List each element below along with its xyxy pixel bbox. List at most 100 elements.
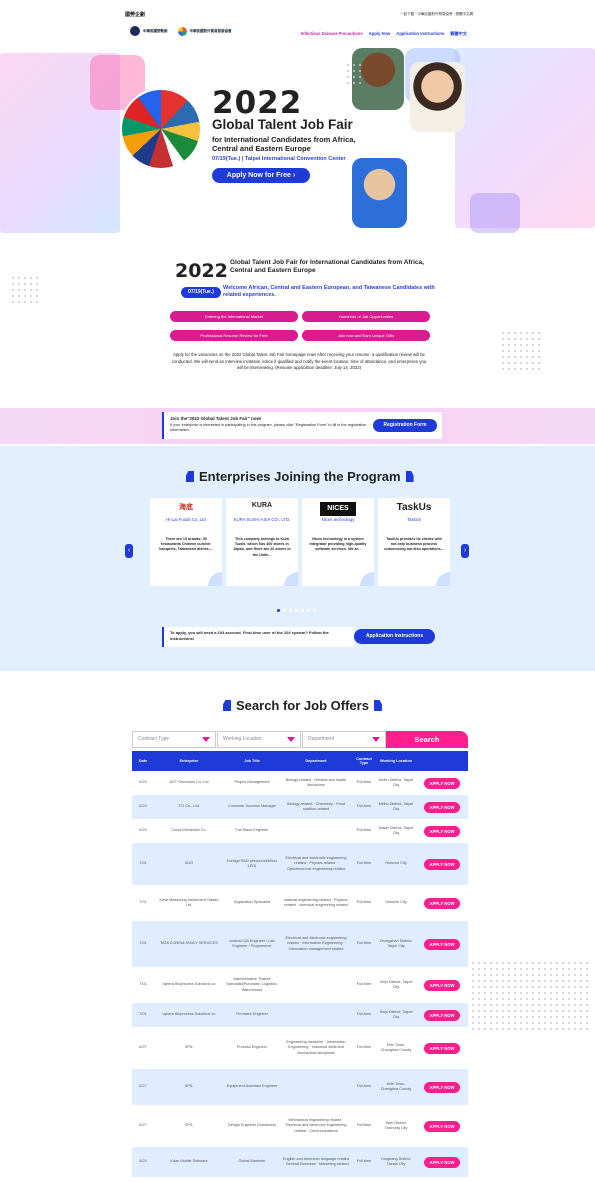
taitra-logo[interactable]: 中華民國對外貿易發展協會 bbox=[177, 26, 232, 36]
cell-department: Engineering discipline · Information Eng… bbox=[286, 1039, 346, 1055]
select-label: Contract Type bbox=[138, 736, 170, 742]
nav-apply[interactable]: Apply Now bbox=[369, 31, 391, 37]
carousel-next-arrow[interactable]: › bbox=[461, 544, 469, 558]
cell-department: Mechanical engineering related · Electri… bbox=[285, 1117, 347, 1133]
department-select[interactable]: Department bbox=[302, 731, 386, 748]
pill-unique-gifts[interactable]: Join now and Earn Unique Gifts bbox=[302, 330, 430, 341]
cell-contract: Full-time bbox=[356, 1123, 372, 1128]
cell-job-title: Application Specialist bbox=[234, 900, 270, 905]
nav-infectious[interactable]: Infectious Disease Precautions bbox=[301, 31, 363, 37]
cell-date: 7/01 bbox=[132, 921, 154, 967]
enterprise-desc: Nices technology is a system integrator … bbox=[309, 537, 367, 552]
search-button[interactable]: Search bbox=[386, 731, 468, 748]
hero-year: 2022 bbox=[212, 85, 303, 121]
table-row: 7/01 TATA CONSULTANCY SERVICES Android QA … bbox=[132, 921, 468, 967]
registration-title: Join the"2022 Global Talent Job Fair" no… bbox=[170, 416, 262, 421]
cell-location: Xinyi District, Taipei City bbox=[376, 1003, 416, 1027]
top-links[interactable]: 一起下載 · 中華民國對外貿易協會 · 簡體中文網 bbox=[400, 12, 473, 17]
mol-logo[interactable]: 中華民國勞動部 bbox=[130, 26, 168, 36]
cell-contract: Full-time bbox=[356, 900, 372, 905]
enterprise-logo: NICES bbox=[320, 502, 356, 516]
col-location: Working Location bbox=[376, 751, 416, 771]
table-row: 7/01 cybera Bioprocess Solutions co Admini… bbox=[132, 967, 468, 1003]
cell-enterprise: cybera Bioprocess Solutions co bbox=[154, 1003, 224, 1027]
apply-now-button[interactable]: APPLY NOW bbox=[424, 897, 460, 909]
table-row: 6/27 SPIL Design Engineer (Substrate) Mecha… bbox=[132, 1105, 468, 1147]
enterprise-card[interactable]: TaskUs TaskUs TaskUs provides its client… bbox=[378, 498, 450, 586]
cell-action: APPLY NOW bbox=[416, 1069, 468, 1105]
hero-date: 07/19(Tue.) | Taipei International Conve… bbox=[212, 156, 346, 162]
cell-department: Electrical and electronic engineering re… bbox=[280, 843, 352, 885]
cell-contract: Full-time bbox=[352, 1147, 376, 1177]
apply-now-button[interactable]: APPLY NOW bbox=[424, 1120, 460, 1132]
hero-decor-purple bbox=[470, 193, 520, 233]
apply-now-button[interactable]: APPLY NOW bbox=[424, 938, 460, 950]
intro-title: Global Talent Job Fair for International… bbox=[230, 259, 424, 274]
enterprise-card[interactable]: KURA KURA SUSHI ASIA CO., LTD. This comp… bbox=[226, 498, 298, 586]
col-enterprise: Enterprise bbox=[154, 751, 224, 771]
enterprise-name: KURA SUSHI ASIA CO., LTD. bbox=[233, 517, 291, 522]
select-label: Department bbox=[308, 736, 335, 742]
table-row: 6/24 Kdan Mobile Software Global Marketer E… bbox=[132, 1147, 468, 1177]
working-location-select[interactable]: Working Location bbox=[217, 731, 301, 748]
cell-job-title: Project Management bbox=[234, 780, 270, 785]
pill-resume-review[interactable]: Professional Resume Review for Free bbox=[170, 330, 298, 341]
table-row: 7/01 cybera Bioprocess Solutions co Firmwa… bbox=[132, 1003, 468, 1027]
cell-contract: Full-time bbox=[356, 780, 372, 785]
hero-title: Global Talent Job Fair bbox=[212, 117, 353, 132]
cell-job-title: Foreign R&D personnel(Micro LED) bbox=[224, 843, 280, 885]
apply-now-button[interactable]: APPLY NOW bbox=[424, 979, 460, 991]
pill-international-market[interactable]: Entering the International Market bbox=[170, 311, 298, 322]
enterprise-card[interactable]: 海底 Hi-Lai Foods Co.,Ltd There are 19 bra… bbox=[150, 498, 222, 586]
cell-enterprise: SPIL bbox=[154, 1069, 224, 1105]
cell-location: Datan District, Taipei City bbox=[378, 825, 414, 836]
enterprise-desc: There are 19 brands; 49 restaurants Chin… bbox=[159, 537, 213, 552]
flag-icon bbox=[373, 700, 382, 711]
cell-job-title: Design Engineer (Substrate) bbox=[228, 1123, 276, 1128]
col-department: Department bbox=[280, 751, 352, 771]
dropdown-icon bbox=[287, 737, 295, 742]
apply-now-button[interactable]: APPLY NOW bbox=[424, 858, 460, 870]
cell-location: Zhongshan District, Taipei City bbox=[376, 921, 416, 967]
nav-instructions[interactable]: Application Instructions bbox=[396, 31, 444, 37]
main-nav: Infectious Disease Precautions Apply Now… bbox=[301, 31, 467, 37]
enterprise-name: TaskUs bbox=[406, 517, 422, 522]
jobs-table: Date Enterprise Job Title Department Con… bbox=[132, 751, 468, 1177]
apply-now-button[interactable]: APPLY NOW bbox=[424, 1009, 460, 1021]
dot-decor bbox=[10, 275, 40, 305]
apply-now-button[interactable]: APPLY NOW bbox=[424, 825, 460, 837]
apply-now-button[interactable]: APPLY NOW bbox=[424, 801, 460, 813]
card-corner bbox=[284, 572, 298, 586]
cell-contract: Full-time bbox=[352, 1003, 376, 1027]
cell-action: APPLY NOW bbox=[416, 819, 468, 843]
cell-action: APPLY NOW bbox=[416, 1027, 468, 1069]
apply-now-button[interactable]: APPLY NOW bbox=[424, 777, 460, 789]
cell-action: APPLY NOW bbox=[416, 967, 468, 1003]
pill-job-opportunities[interactable]: Hundreds of Job Opportunities bbox=[302, 311, 430, 322]
cell-department bbox=[280, 1003, 352, 1027]
apply-now-button[interactable]: APPLY NOW bbox=[424, 1042, 460, 1054]
carousel-dots[interactable] bbox=[277, 609, 316, 612]
cell-date: 7/01 bbox=[139, 900, 147, 905]
cell-department bbox=[280, 1069, 352, 1105]
carousel-prev-arrow[interactable]: ‹ bbox=[125, 544, 133, 558]
dropdown-icon bbox=[372, 737, 380, 742]
nav-language[interactable]: 繁體中文 bbox=[450, 31, 467, 37]
person-photo-2 bbox=[410, 62, 465, 132]
hero-apply-button[interactable]: Apply Now for Free › bbox=[212, 168, 310, 183]
logo-label: 中華民國對外貿易發展協會 bbox=[189, 28, 232, 33]
apply-now-button[interactable]: APPLY NOW bbox=[424, 1156, 460, 1168]
cell-department: English and American language related · … bbox=[280, 1147, 352, 1177]
contract-type-select[interactable]: Contract Type bbox=[132, 731, 216, 748]
application-instructions-button[interactable]: Application Instructions bbox=[354, 629, 435, 644]
enterprise-card[interactable]: NICES Nices technology Nices technology … bbox=[302, 498, 374, 586]
intro-year: 2022 bbox=[175, 260, 228, 282]
table-row: 7/01 AUO Foreign R&D personnel(Micro LED) E… bbox=[132, 843, 468, 885]
cell-contract: Full-time bbox=[356, 828, 372, 833]
seal-icon bbox=[130, 26, 140, 36]
flag-icon bbox=[186, 471, 194, 482]
apply-now-button[interactable]: APPLY NOW bbox=[424, 1081, 460, 1093]
enterprise-logo: KURA bbox=[251, 502, 273, 509]
page: 國勞企劃 一起下載 · 中華民國對外貿易協會 · 簡體中文網 中華民國勞動部 中… bbox=[0, 0, 595, 1182]
registration-form-button[interactable]: Registration Form bbox=[373, 419, 437, 432]
